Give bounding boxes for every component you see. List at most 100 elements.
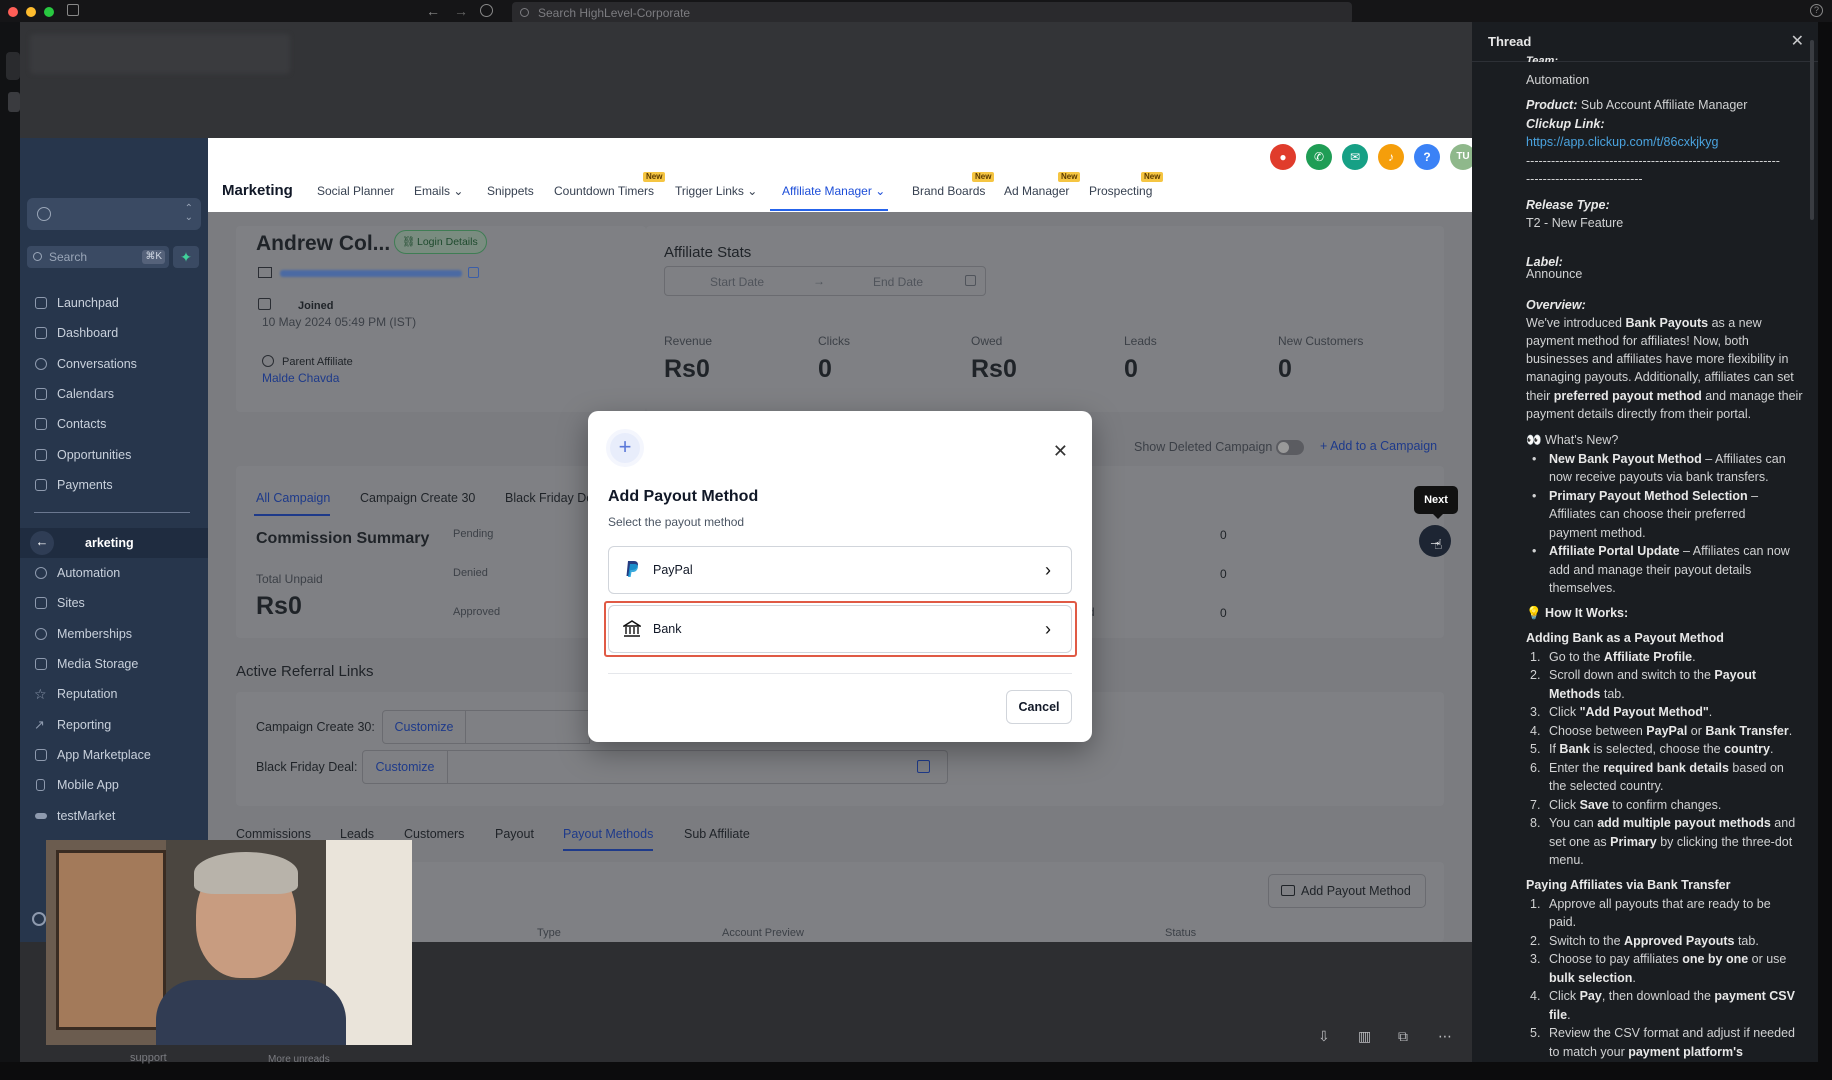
sidebar-item-dashboard[interactable]: Dashboard [20, 318, 208, 348]
close-window-button[interactable] [8, 7, 18, 17]
sidebar-item-launchpad[interactable]: Launchpad [20, 288, 208, 318]
show-deleted-toggle[interactable] [1276, 440, 1304, 455]
popout-icon[interactable]: ⧉ [1398, 1028, 1408, 1045]
add-to-campaign-link[interactable]: + Add to a Campaign [1320, 439, 1437, 453]
tab-black-friday[interactable]: Black Friday De [505, 491, 593, 505]
nav-emails[interactable]: Emails ⌄ [414, 184, 463, 198]
sidebar-item-label: Launchpad [57, 296, 119, 310]
sidebar-item-marketing[interactable]: ← arketing [20, 528, 208, 558]
quick-action-button[interactable]: ✦ [173, 246, 199, 268]
paypal-option[interactable]: PayPal › [608, 546, 1072, 594]
sidebar-item-memberships[interactable]: Memberships [20, 619, 208, 649]
customize-button[interactable]: Customize [382, 710, 466, 744]
tab-customers[interactable]: Customers [404, 827, 464, 841]
tab-commissions[interactable]: Commissions [236, 827, 311, 841]
sidebar-item-media-storage[interactable]: Media Storage [20, 649, 208, 679]
nav-snippets[interactable]: Snippets [487, 184, 534, 198]
search-shortcut: ⌘K [142, 250, 165, 264]
nav-ad-manager[interactable]: New Ad Manager [1004, 172, 1081, 198]
grid-icon [35, 327, 47, 339]
help-icon[interactable]: ? [1810, 4, 1823, 17]
sidebar-item-app-marketplace[interactable]: App Marketplace [20, 740, 208, 770]
nav-label: Brand Boards [912, 184, 986, 198]
sidebar-item-calendars[interactable]: Calendars [20, 379, 208, 409]
more-options-icon[interactable]: ⋯ [1438, 1028, 1452, 1045]
customize-button[interactable]: Customize [362, 750, 448, 784]
list-item: paid. [1549, 915, 1577, 929]
sidebar-item-label: Calendars [57, 387, 114, 401]
sidebar-search-input[interactable]: Search ⌘K [27, 246, 169, 268]
chevron-down-icon: ⌄ [747, 184, 758, 198]
sidebar-toggle-icon[interactable] [67, 4, 79, 16]
sidebar-item-payments[interactable]: Payments [20, 470, 208, 500]
status-denied: Denied [453, 567, 488, 579]
close-icon[interactable]: ✕ [1053, 441, 1068, 462]
referral-link-field[interactable] [466, 710, 590, 744]
copy-icon[interactable] [917, 760, 930, 773]
split-view-icon[interactable]: ▥ [1358, 1028, 1371, 1045]
sidebar-item-reputation[interactable]: ☆ Reputation [20, 679, 208, 709]
minimize-window-button[interactable] [26, 7, 36, 17]
referral-link-field[interactable] [448, 750, 948, 784]
workspace-search-input[interactable]: Search HighLevel-Corporate [512, 2, 1352, 24]
tab-sub-affiliate[interactable]: Sub Affiliate [684, 827, 750, 841]
workspace-icon[interactable] [8, 92, 20, 112]
add-payout-method-button[interactable]: Add Payout Method [1268, 874, 1426, 908]
forward-arrow-icon[interactable]: → [454, 3, 468, 19]
nav-affiliate-manager[interactable]: Affiliate Manager ⌄ [782, 184, 885, 198]
sidebar-item-automation[interactable]: Automation [20, 558, 208, 588]
tab-payout-methods[interactable]: Payout Methods [563, 827, 653, 841]
joined-label: Joined [298, 300, 334, 312]
team-label: Team: [1526, 55, 1558, 62]
parent-affiliate-link[interactable]: Malde Chavda [262, 371, 339, 385]
zoom-window-button[interactable] [44, 7, 54, 17]
sidebar-item-contacts[interactable]: Contacts [20, 409, 208, 439]
nav-trigger-links[interactable]: Trigger Links ⌄ [675, 184, 757, 198]
nav-social-planner[interactable]: Social Planner [317, 184, 394, 198]
close-icon[interactable]: ✕ [1791, 31, 1804, 51]
nav-label: Emails [414, 184, 451, 198]
sidebar-item-conversations[interactable]: Conversations [20, 349, 208, 379]
separator-line: ---------------------------- [1526, 172, 1643, 186]
location-switcher[interactable]: ⌃ ⌄ [27, 198, 201, 230]
collapse-arrow-icon[interactable]: ← [30, 531, 54, 555]
nav-brand-boards[interactable]: New Brand Boards [912, 172, 995, 198]
tab-payout[interactable]: Payout [495, 827, 534, 841]
active-tab-underline [770, 209, 888, 211]
sidebar-item-testmarket[interactable]: testMarket [20, 801, 208, 831]
tab-campaign-create-30[interactable]: Campaign Create 30 [360, 491, 475, 505]
date-range-picker[interactable]: Start Date → End Date [664, 266, 986, 296]
help-circle-icon[interactable]: ? [1414, 144, 1440, 170]
history-icon[interactable] [480, 4, 493, 17]
nav-prospecting[interactable]: New Prospecting [1089, 172, 1164, 198]
plus-icon: + [1320, 439, 1331, 453]
thread-scrollbar[interactable] [1810, 40, 1814, 220]
back-arrow-icon[interactable]: ← [426, 3, 440, 19]
sidebar-item-reporting[interactable]: ↗ Reporting [20, 710, 208, 740]
nav-countdown-timers[interactable]: New Countdown Timers [554, 172, 666, 198]
card-icon [1281, 885, 1295, 896]
announcement-icon[interactable]: ✉ [1342, 144, 1368, 170]
bell-icon[interactable]: ♪ [1378, 144, 1404, 170]
workspace-icon[interactable] [6, 52, 20, 80]
text-run: , then download the [1601, 989, 1715, 1003]
phone-call-icon[interactable]: ✆ [1306, 144, 1332, 170]
list-number: 3. [1530, 952, 1541, 966]
tab-leads[interactable]: Leads [340, 827, 374, 841]
cancel-button[interactable]: Cancel [1006, 690, 1072, 724]
sidebar-item-sites[interactable]: Sites [20, 588, 208, 618]
download-icon[interactable]: ⇩ [1318, 1028, 1330, 1045]
settings-gear-icon[interactable] [32, 912, 46, 926]
sidebar-item-mobile-app[interactable]: Mobile App [20, 770, 208, 800]
support-channel[interactable]: support [130, 1052, 167, 1064]
more-unreads-label[interactable]: More unreads [268, 1054, 330, 1065]
copy-icon[interactable] [468, 267, 479, 278]
record-icon[interactable]: ● [1270, 144, 1296, 170]
login-details-button[interactable]: ⛓ Login Details [394, 230, 487, 254]
clickup-link[interactable]: https://app.clickup.com/t/86cxkjkyg [1526, 133, 1718, 151]
list-item: to match your payment platform's [1549, 1043, 1743, 1061]
nav-label: Countdown Timers [554, 184, 655, 198]
tab-all-campaign[interactable]: All Campaign [256, 491, 330, 505]
release-type-label: Release Type: [1526, 198, 1610, 212]
sidebar-item-opportunities[interactable]: Opportunities [20, 440, 208, 470]
